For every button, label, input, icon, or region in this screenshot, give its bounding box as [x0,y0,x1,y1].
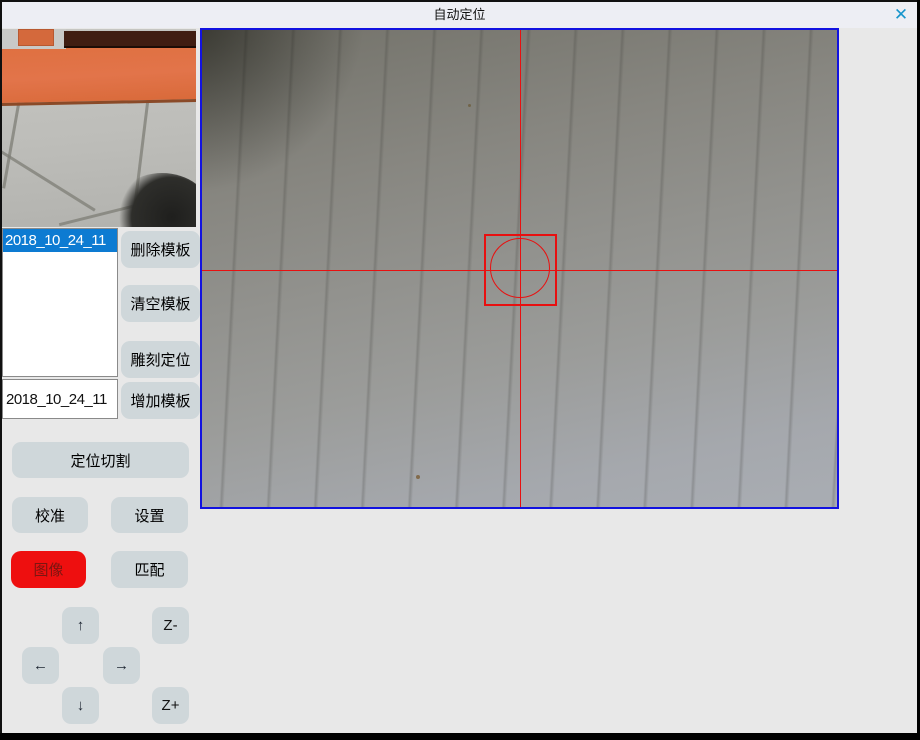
calibrate-button[interactable]: 校准 [12,497,88,533]
template-preview-image [2,29,196,227]
jog-right-button[interactable]: → [103,647,140,684]
camera-view [200,28,839,509]
dialog-title: 自动定位 [2,2,917,28]
add-template-button[interactable]: 增加模板 [121,382,200,419]
jog-z-plus-button[interactable]: Z+ [152,687,189,724]
target-circle [490,238,550,298]
jog-z-minus-button[interactable]: Z- [152,607,189,644]
tile-grout-line [2,99,21,188]
engrave-position-button[interactable]: 雕刻定位 [121,341,200,378]
match-button[interactable]: 匹配 [111,551,188,588]
dark-object [114,173,196,227]
tile-grout-line [2,145,96,211]
settings-button[interactable]: 设置 [111,497,188,533]
jog-up-button[interactable]: ↑ [62,607,99,644]
template-name-input[interactable] [2,379,118,419]
jog-down-button[interactable]: ↓ [62,687,99,724]
jog-left-button[interactable]: ← [22,647,59,684]
title-bar: 自动定位 ✕ [2,2,917,28]
template-list-item[interactable]: 2018_10_24_11 [3,229,117,252]
image-button[interactable]: 图像 [11,551,86,588]
auto-position-dialog: 自动定位 ✕ 2018_10_24_11 删除模板 清空模板 雕刻定位 增加模板… [0,0,917,733]
dark-band [64,31,196,48]
orange-block [18,29,54,46]
camera-feed [202,30,837,507]
orange-board [2,42,196,106]
camera-speck [468,104,471,107]
delete-template-button[interactable]: 删除模板 [121,231,200,268]
template-list[interactable]: 2018_10_24_11 [2,228,118,377]
position-cut-button[interactable]: 定位切割 [12,442,189,478]
clear-templates-button[interactable]: 清空模板 [121,285,200,322]
close-icon[interactable]: ✕ [890,3,912,27]
camera-speck [416,475,420,479]
